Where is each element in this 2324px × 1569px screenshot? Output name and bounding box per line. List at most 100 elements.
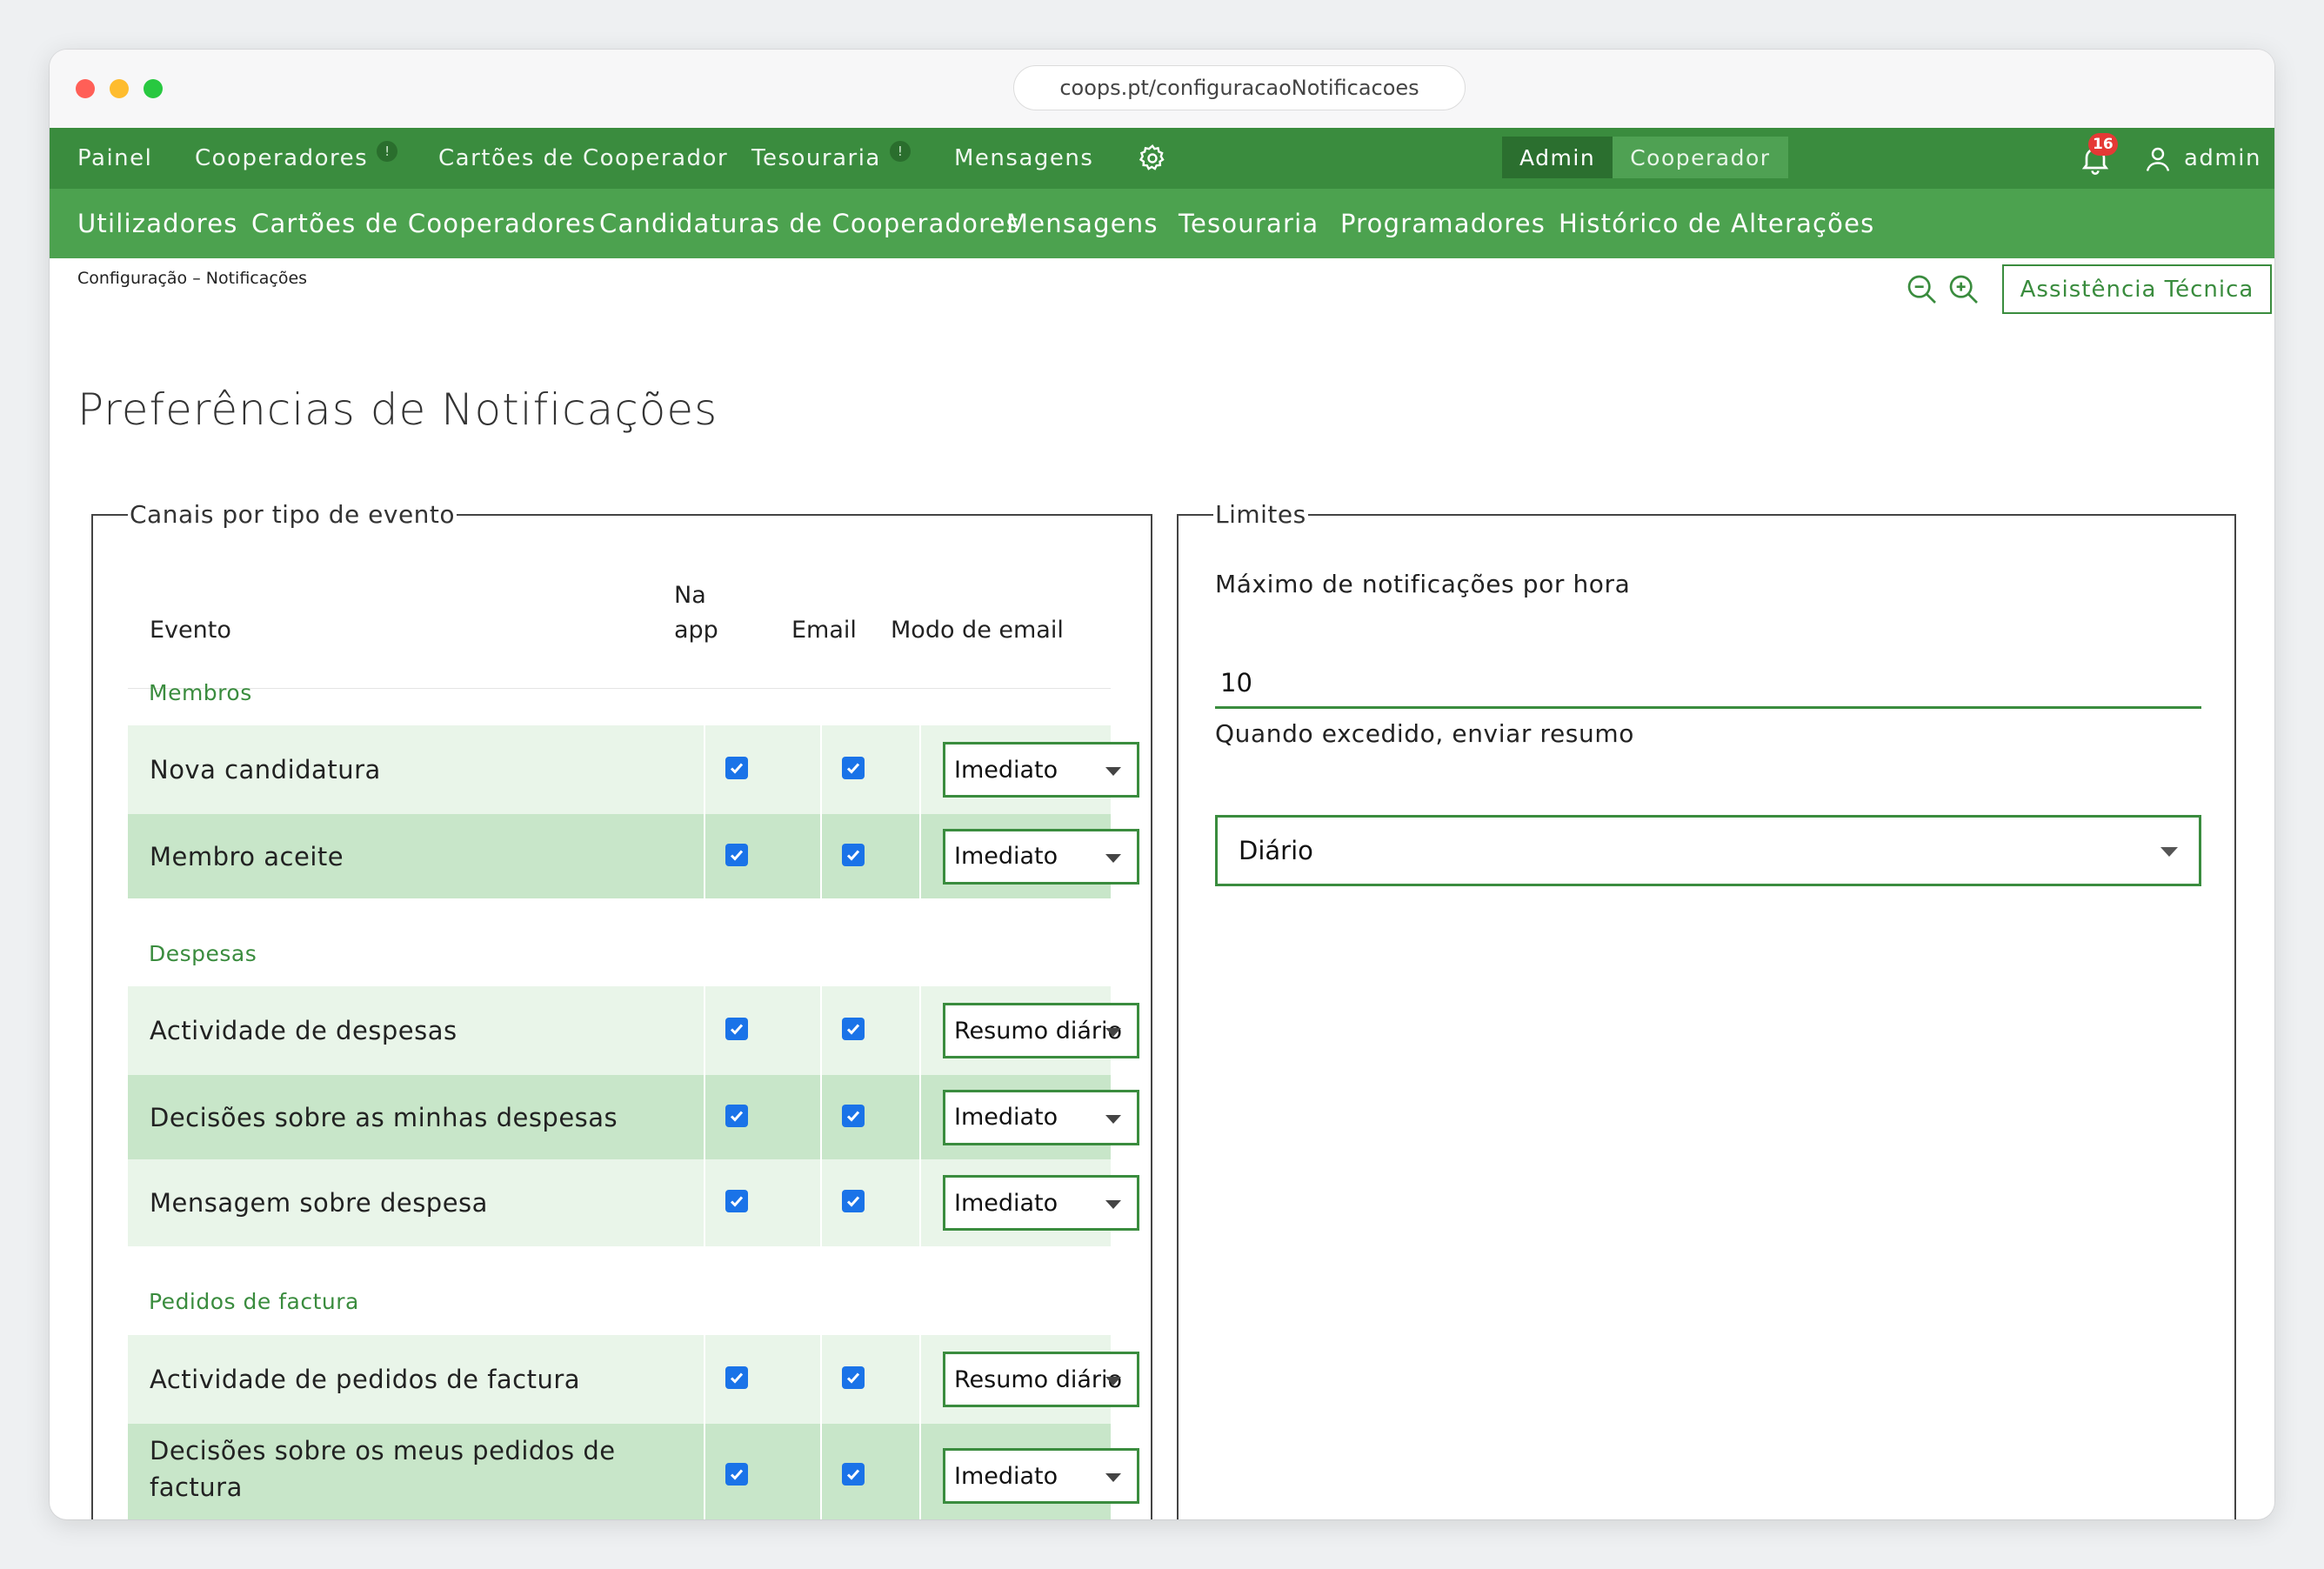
table-row: Mensagem sobre despesa Imediato: [128, 1159, 1139, 1246]
header-email: Email: [791, 617, 857, 644]
in-app-checkbox[interactable]: [725, 843, 748, 866]
subnav-mensagens[interactable]: Mensagens: [1006, 189, 1159, 258]
column-divider: [919, 725, 921, 814]
email-mode-select[interactable]: Imediato: [943, 828, 1139, 885]
event-label: Decisões sobre os meus pedidos de factur…: [150, 1436, 616, 1502]
sub-nav: Utilizadores Cartões de Cooperadores Can…: [50, 189, 2274, 258]
email-mode-select[interactable]: Imediato: [943, 742, 1139, 798]
nav-label: Painel: [77, 145, 153, 171]
event-label: Membro aceite: [150, 841, 344, 871]
nav-painel[interactable]: Painel: [77, 128, 152, 189]
in-app-checkbox[interactable]: [725, 1463, 748, 1486]
email-checkbox[interactable]: [842, 1463, 865, 1486]
column-divider: [820, 814, 822, 898]
event-label: Nova candidatura: [150, 755, 381, 784]
column-divider: [919, 1159, 921, 1246]
chevron-down-icon: [1105, 1377, 1121, 1385]
in-app-checkbox[interactable]: [725, 1018, 748, 1040]
column-divider: [704, 986, 705, 1075]
email-mode-select[interactable]: Imediato: [943, 1448, 1139, 1504]
column-divider: [820, 1159, 822, 1246]
nav-label: Tesouraria: [751, 145, 881, 171]
table-row: Decisões sobre os meus pedidos de factur…: [128, 1424, 1139, 1519]
url-bar[interactable]: coops.pt/configuracaoNotificacoes: [1013, 65, 1466, 110]
email-checkbox[interactable]: [842, 1366, 865, 1389]
event-label: Decisões sobre as minhas despesas: [150, 1102, 618, 1132]
nav-cartoes[interactable]: Cartões de Cooperador: [438, 128, 728, 189]
max-notifications-input[interactable]: 10: [1215, 658, 2201, 709]
event-label: Mensagem sobre despesa: [150, 1188, 488, 1218]
close-window-button[interactable]: [76, 79, 95, 98]
in-app-checkbox[interactable]: [725, 1366, 748, 1389]
in-app-checkbox[interactable]: [725, 1104, 748, 1127]
event-label: Actividade de despesas: [150, 1016, 457, 1045]
email-checkbox[interactable]: [842, 1104, 865, 1127]
email-mode-select[interactable]: Resumo diário: [943, 1352, 1139, 1407]
channels-legend: Canais por tipo de evento: [130, 500, 456, 529]
email-mode-value: Resumo diário: [954, 1017, 1123, 1045]
warning-badge: !: [889, 141, 911, 162]
column-divider: [820, 1335, 822, 1424]
browser-titlebar: coops.pt/configuracaoNotificacoes: [50, 50, 2274, 128]
nav-label: Cartões de Cooperador: [438, 145, 729, 171]
zoom-in-icon[interactable]: [1947, 272, 1981, 307]
settings-gear-icon[interactable]: [1137, 128, 1168, 189]
subnav-historico[interactable]: Histórico de Alterações: [1559, 189, 1874, 258]
nav-mensagens[interactable]: Mensagens: [954, 128, 1093, 189]
chevron-down-icon: [1105, 1114, 1121, 1124]
column-divider: [704, 1335, 705, 1424]
table-row: Actividade de despesas Resumo diário: [128, 986, 1139, 1075]
email-mode-select[interactable]: Resumo diário: [943, 1003, 1139, 1058]
header-in-app: Na app: [674, 582, 718, 644]
technical-assistance-button[interactable]: Assistência Técnica: [2002, 264, 2272, 314]
table-row: Membro aceite Imediato: [128, 814, 1139, 898]
subnav-utilizadores[interactable]: Utilizadores: [77, 189, 238, 258]
group-title: Despesas: [149, 941, 257, 966]
user-icon[interactable]: [2142, 142, 2174, 177]
breadcrumb: Configuração – Notificações: [77, 269, 308, 288]
maximize-window-button[interactable]: [144, 79, 163, 98]
column-divider: [704, 725, 705, 814]
email-checkbox[interactable]: [842, 843, 865, 866]
column-divider: [919, 814, 921, 898]
email-mode-value: Imediato: [954, 756, 1058, 784]
column-divider: [704, 1424, 705, 1519]
user-name[interactable]: admin: [2184, 128, 2261, 189]
column-divider: [820, 986, 822, 1075]
minimize-window-button[interactable]: [110, 79, 129, 98]
group-title: Pedidos de factura: [149, 1289, 359, 1314]
top-nav: Painel Cooperadores! Cartões de Cooperad…: [50, 128, 2274, 189]
email-checkbox[interactable]: [842, 757, 865, 779]
max-notifications-label: Máximo de notificações por hora: [1215, 570, 1631, 598]
chevron-down-icon: [2160, 847, 2178, 857]
in-app-checkbox[interactable]: [725, 1190, 748, 1212]
nav-label: Mensagens: [954, 145, 1094, 171]
subnav-cartoes[interactable]: Cartões de Cooperadores: [251, 189, 596, 258]
role-admin-button[interactable]: Admin: [1502, 137, 1613, 178]
column-divider: [919, 986, 921, 1075]
subnav-programadores[interactable]: Programadores: [1340, 189, 1546, 258]
nav-tesouraria[interactable]: Tesouraria!: [751, 128, 911, 189]
email-checkbox[interactable]: [842, 1190, 865, 1212]
in-app-checkbox[interactable]: [725, 757, 748, 779]
digest-select[interactable]: Diário: [1215, 815, 2201, 886]
email-mode-select[interactable]: Imediato: [943, 1089, 1139, 1145]
notification-count-badge: 16: [2088, 133, 2118, 156]
limits-legend: Limites: [1215, 500, 1306, 529]
email-checkbox[interactable]: [842, 1018, 865, 1040]
subnav-candidaturas[interactable]: Candidaturas de Cooperadores: [599, 189, 1020, 258]
role-cooperador-button[interactable]: Cooperador: [1613, 137, 1788, 178]
chevron-down-icon: [1105, 1200, 1121, 1209]
column-divider: [820, 1075, 822, 1159]
column-divider: [820, 1424, 822, 1519]
event-label: Actividade de pedidos de factura: [150, 1365, 581, 1394]
table-header: Evento Na app Email Modo de email: [128, 571, 1111, 689]
column-divider: [919, 1424, 921, 1519]
column-divider: [919, 1075, 921, 1159]
email-mode-select[interactable]: Imediato: [943, 1175, 1139, 1231]
zoom-out-icon[interactable]: [1905, 272, 1940, 307]
subnav-tesouraria[interactable]: Tesouraria: [1179, 189, 1319, 258]
header-email-mode: Modo de email: [891, 617, 1064, 644]
email-mode-value: Imediato: [954, 1104, 1058, 1131]
nav-cooperadores[interactable]: Cooperadores!: [195, 128, 398, 189]
